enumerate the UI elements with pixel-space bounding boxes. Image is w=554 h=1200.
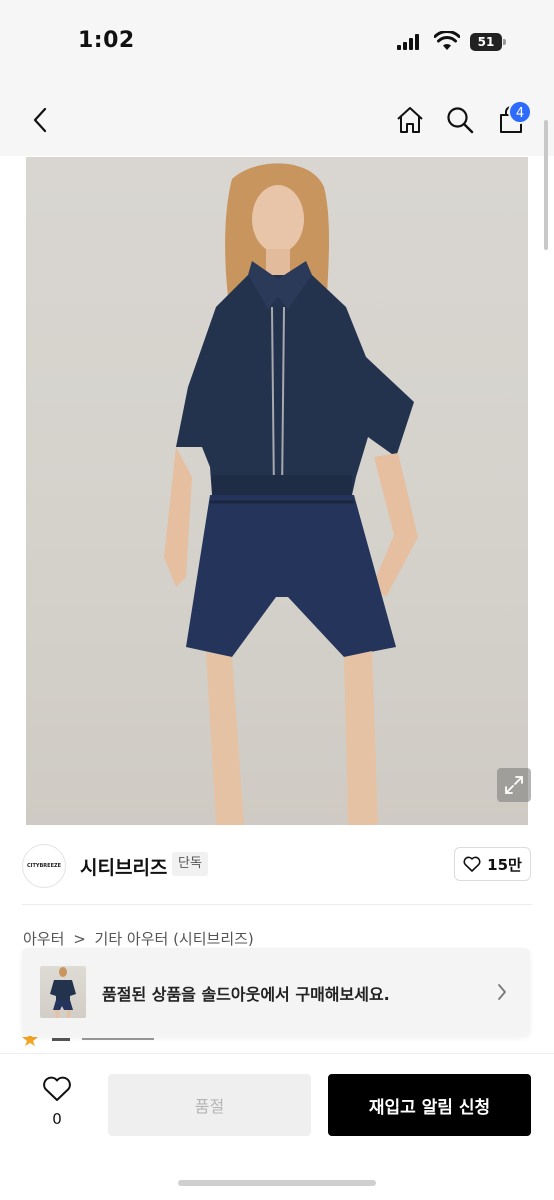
breadcrumb-item-other-outer[interactable]: 기타 아우터 (시티브리즈) (95, 930, 254, 948)
heart-icon (463, 856, 481, 872)
soldout-button[interactable]: 품절 (108, 1074, 311, 1136)
battery-level: 51 (477, 35, 495, 49)
exclusive-badge: 단독 (172, 852, 208, 876)
back-button[interactable] (22, 102, 58, 138)
restock-alert-button[interactable]: 재입고 알림 신청 (328, 1074, 531, 1136)
search-button[interactable] (442, 102, 478, 138)
home-icon (397, 107, 423, 133)
banner-thumbnail (40, 966, 86, 1018)
model-photo (164, 163, 418, 825)
cart-count-badge: 4 (508, 100, 532, 124)
status-time: 1:02 (78, 28, 135, 53)
expand-image-button[interactable] (497, 768, 531, 802)
status-bar: 1:02 51 (0, 0, 554, 84)
breadcrumb-separator: > (73, 930, 86, 948)
chevron-right-icon (498, 984, 506, 1000)
breadcrumb-item-outer[interactable]: 아우터 (23, 930, 64, 948)
signal-icon (397, 34, 423, 50)
brand-like-button[interactable]: 15만 (454, 847, 531, 881)
home-button[interactable] (392, 102, 428, 138)
expand-icon (505, 776, 523, 794)
top-nav (0, 84, 554, 156)
brand-name[interactable]: 시티브리즈 (80, 853, 167, 880)
brand-row: CITYBREEZE 시티브리즈 단독 15만 (0, 825, 554, 905)
brand-like-count: 15만 (487, 855, 522, 874)
search-icon (447, 107, 474, 134)
product-image[interactable] (26, 157, 528, 825)
divider (22, 904, 532, 905)
heart-icon (43, 1076, 71, 1101)
home-indicator (178, 1180, 376, 1186)
page-scrollbar[interactable] (544, 120, 548, 250)
brand-logo-text: CITYBREEZE (26, 863, 62, 869)
wishlist-button[interactable]: 0 (40, 1076, 74, 1128)
soldout-banner[interactable]: 품절된 상품을 솔드아웃에서 구매해보세요. (22, 948, 530, 1036)
chevron-left-icon (33, 107, 47, 133)
breadcrumb: 아우터 > 기타 아우터 (시티브리즈) (23, 928, 258, 949)
banner-text: 품절된 상품을 솔드아웃에서 구매해보세요. (102, 985, 390, 1004)
brand-logo[interactable]: CITYBREEZE (22, 844, 66, 888)
wifi-icon (434, 31, 460, 50)
battery-icon: 51 (470, 33, 506, 51)
bottom-action-bar: 0 품절 재입고 알림 신청 (0, 1053, 554, 1200)
wishlist-count: 0 (52, 1110, 62, 1128)
